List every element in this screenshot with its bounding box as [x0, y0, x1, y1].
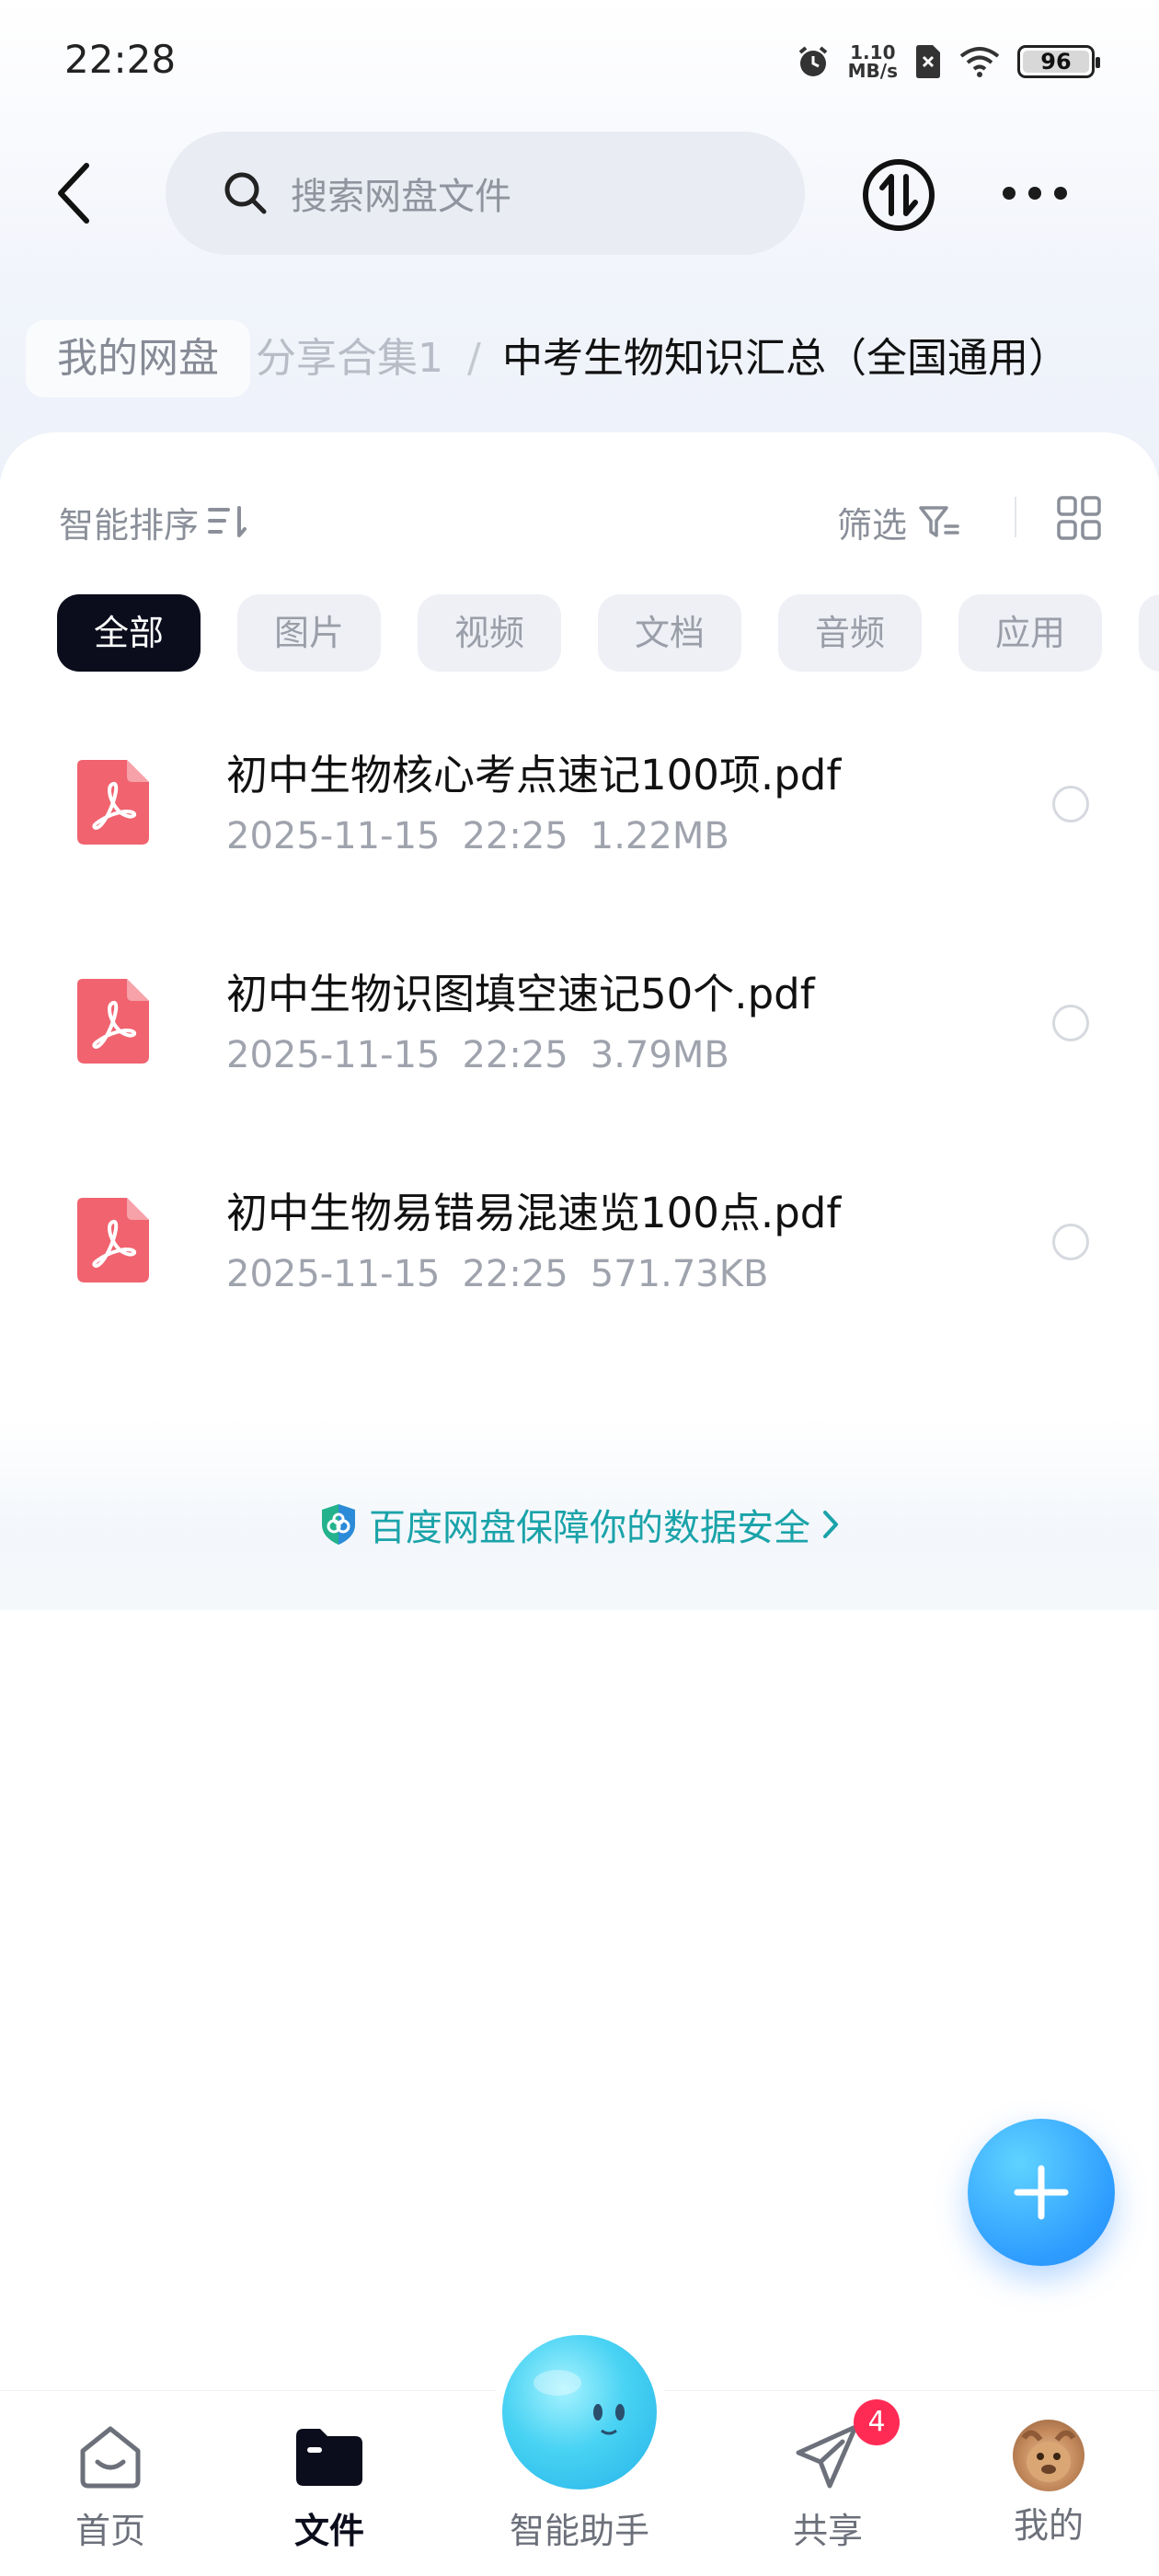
assistant-face-icon	[534, 2370, 625, 2435]
file-name: 初中生物易错易混速览100点.pdf	[226, 1189, 842, 1237]
grid-icon	[1057, 496, 1101, 540]
status-time: 22:28	[64, 37, 177, 82]
search-input[interactable]: 搜索网盘文件	[166, 132, 805, 255]
nav-share-label: 共享	[792, 2511, 863, 2551]
pdf-icon	[77, 760, 149, 845]
file-size: 571.73KB	[590, 1253, 769, 1295]
nav-home[interactable]: 首页	[37, 2420, 184, 2553]
assistant-button[interactable]	[502, 2335, 657, 2490]
file-meta: 2025-11-15 22:25 571.73KB	[226, 1253, 790, 1295]
speed-value: 1.10	[850, 41, 896, 63]
sort-button[interactable]: 智能排序	[59, 497, 248, 547]
file-size: 3.79MB	[590, 1034, 729, 1076]
file-row[interactable]: 初中生物核心考点速记100项.pdf 2025-11-15 22:25 1.22MB	[0, 708, 1159, 892]
chip-documents[interactable]: 文档	[598, 594, 741, 672]
chip-all[interactable]: 全部	[57, 594, 201, 672]
more-dot	[1003, 187, 1016, 200]
avatar	[1013, 2420, 1084, 2491]
speed-unit: MB/s	[847, 60, 898, 82]
file-meta: 2025-11-15 22:25 3.79MB	[226, 1034, 752, 1076]
more-dot	[1028, 187, 1041, 200]
nav-mine-label: 我的	[1013, 2505, 1084, 2546]
status-bar: 22:28 1.10 MB/s 96	[0, 0, 1159, 123]
plus-icon	[1014, 2165, 1069, 2220]
file-date: 2025-11-15	[226, 815, 441, 857]
filter-button[interactable]: 筛选	[837, 497, 960, 547]
network-speed: 1.10 MB/s	[848, 43, 898, 80]
nav-files[interactable]: 文件	[256, 2420, 403, 2553]
select-radio[interactable]	[1052, 786, 1089, 822]
chip-videos[interactable]: 视频	[418, 594, 561, 672]
share-badge: 4	[854, 2399, 900, 2445]
file-row[interactable]: 初中生物易错易混速览100点.pdf 2025-11-15 22:25 571.73…	[0, 1146, 1159, 1330]
select-radio[interactable]	[1052, 1224, 1089, 1260]
breadcrumb-home[interactable]: 我的网盘	[26, 320, 250, 397]
folder-icon	[296, 2429, 362, 2486]
security-text: 百度网盘保障你的数据安全	[369, 1507, 810, 1549]
file-size: 1.22MB	[590, 815, 729, 857]
file-name: 初中生物识图填空速记50个.pdf	[226, 970, 815, 1018]
chip-apps[interactable]: 应用	[958, 594, 1102, 672]
filter-icon	[919, 505, 959, 537]
nav-files-label: 文件	[293, 2511, 364, 2551]
breadcrumb-current: 中考生物知识汇总（全国通用）	[502, 335, 1069, 382]
chip-more[interactable]	[1139, 594, 1159, 672]
security-link[interactable]: 百度网盘保障你的数据安全	[0, 1498, 1159, 1551]
breadcrumb: 我的网盘 分享合集1 / 中考生物知识汇总（全国通用）	[26, 313, 1159, 405]
file-row[interactable]: 初中生物识图填空速记50个.pdf 2025-11-15 22:25 3.79MB	[0, 927, 1159, 1111]
toolbar-divider	[1015, 497, 1016, 537]
battery-level: 96	[1040, 49, 1072, 75]
file-date: 2025-11-15	[226, 1253, 441, 1295]
pdf-icon	[77, 1198, 149, 1282]
breadcrumb-separator: /	[467, 335, 481, 382]
nav-assistant-label: 智能助手	[509, 2511, 649, 2551]
file-meta: 2025-11-15 22:25 1.22MB	[226, 815, 752, 857]
search-placeholder: 搜索网盘文件	[291, 176, 511, 218]
file-name: 初中生物核心考点速记100项.pdf	[226, 751, 842, 799]
back-button[interactable]	[46, 156, 101, 230]
chip-audio[interactable]: 音频	[778, 594, 922, 672]
file-time: 22:25	[462, 1034, 568, 1076]
sort-label: 智能排序	[59, 505, 200, 546]
back-arrow-icon	[58, 163, 89, 224]
battery-icon: 96	[1017, 45, 1100, 78]
home-icon	[80, 2426, 141, 2489]
select-radio[interactable]	[1052, 1005, 1089, 1041]
file-time: 22:25	[462, 815, 568, 857]
shield-icon	[322, 1504, 355, 1545]
alarm-icon	[798, 46, 827, 76]
wifi-icon	[959, 47, 1000, 77]
paper-plane-icon	[796, 2424, 858, 2489]
chevron-right-icon	[823, 1511, 838, 1538]
nav-mine[interactable]: 我的	[975, 2420, 1122, 2547]
transfer-button[interactable]	[860, 156, 937, 234]
pdf-icon	[77, 979, 149, 1064]
category-chips: 全部 图片 视频 文档 音频 应用	[57, 594, 1159, 673]
file-time: 22:25	[462, 1253, 568, 1295]
chip-images[interactable]: 图片	[237, 594, 381, 672]
more-button[interactable]	[1003, 179, 1067, 207]
filter-label: 筛选	[837, 505, 908, 546]
sort-icon	[208, 505, 247, 537]
nav-home-label: 首页	[75, 2511, 145, 2551]
more-dot	[1054, 187, 1067, 200]
file-date: 2025-11-15	[226, 1034, 441, 1076]
grid-view-button[interactable]	[1056, 495, 1102, 541]
transfer-icon	[863, 159, 935, 231]
add-button[interactable]	[968, 2119, 1115, 2266]
status-icons: 1.10 MB/s 96	[795, 39, 1100, 85]
avatar-image	[1021, 2430, 1076, 2482]
search-icon	[224, 172, 267, 214]
breadcrumb-folder[interactable]: 分享合集1	[256, 320, 443, 397]
no-sim-icon	[916, 45, 940, 78]
